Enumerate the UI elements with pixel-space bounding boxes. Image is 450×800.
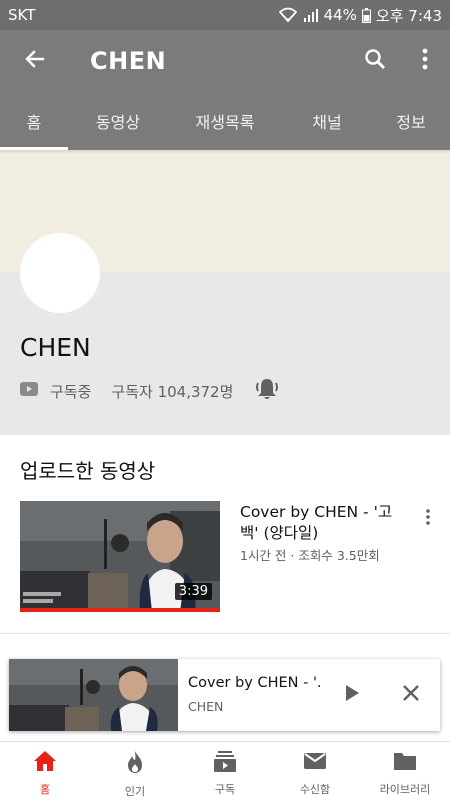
- more-options-button[interactable]: [400, 30, 450, 92]
- nav-item-subscriptions[interactable]: 구독: [180, 742, 270, 800]
- subscribed-button[interactable]: 구독중: [50, 381, 91, 402]
- home-icon: [33, 750, 57, 776]
- wifi-icon: [278, 7, 298, 23]
- nav-label: 라이브러리: [379, 783, 431, 796]
- back-button[interactable]: [0, 30, 70, 92]
- mini-play-button[interactable]: [338, 681, 366, 709]
- tab-home[interactable]: 홈: [0, 92, 68, 150]
- back-arrow-icon: [23, 47, 47, 75]
- divider: [0, 633, 450, 634]
- mini-player[interactable]: Cover by CHEN - '... CHEN: [9, 659, 440, 731]
- carrier-label: SKT: [8, 6, 36, 24]
- tab-videos[interactable]: 동영상: [68, 92, 168, 150]
- clock: 오후 7:43: [375, 6, 442, 25]
- close-icon: [402, 684, 420, 706]
- search-icon: [363, 47, 387, 75]
- video-title[interactable]: Cover by CHEN - '고백' (양다일): [240, 502, 405, 544]
- watch-progress-bar: [20, 608, 220, 612]
- avatar[interactable]: [20, 233, 100, 313]
- more-vert-icon: [426, 509, 430, 529]
- trending-flame-icon: [125, 750, 145, 778]
- tab-label: 재생목록: [195, 113, 255, 132]
- status-indicators: 44% 오후 7:43: [278, 5, 442, 26]
- battery-percent: 44%: [323, 6, 357, 24]
- nav-label: 구독: [214, 783, 236, 796]
- tab-label: 채널: [312, 113, 342, 132]
- nav-item-trending[interactable]: 인기: [90, 742, 180, 800]
- channel-name: CHEN: [20, 333, 91, 362]
- library-folder-icon: [393, 750, 417, 776]
- signal-icon: [303, 8, 319, 22]
- channel-tabs: 홈 동영상 재생목록 채널 정보: [0, 92, 450, 150]
- tab-shadow: [0, 150, 450, 154]
- tab-label: 홈: [26, 113, 42, 132]
- mini-player-image: [9, 659, 178, 731]
- nav-label: 인기: [124, 785, 146, 798]
- subscriptions-icon: [213, 750, 237, 776]
- tab-playlists[interactable]: 재생목록: [168, 92, 282, 150]
- nav-item-library[interactable]: 라이브러리: [360, 742, 450, 800]
- uploads-section-title: 업로드한 동영상: [20, 459, 156, 483]
- video-more-button[interactable]: [418, 506, 438, 532]
- play-icon: [344, 684, 360, 706]
- subscription-row: 구독중 구독자 104,372명: [20, 377, 281, 405]
- battery-icon: [361, 7, 371, 23]
- subscriber-count: 구독자 104,372명: [111, 382, 234, 401]
- nav-label: 홈: [39, 783, 51, 796]
- nav-label: 수신함: [299, 783, 331, 796]
- video-thumbnail[interactable]: 3:39: [20, 501, 220, 612]
- tab-about[interactable]: 정보: [372, 92, 450, 150]
- app-bar: CHEN: [0, 30, 450, 92]
- nav-item-inbox[interactable]: 수신함: [270, 742, 360, 800]
- video-meta: 1시간 전 · 조회수 3.5만회: [240, 548, 380, 563]
- page-title: CHEN: [90, 47, 167, 75]
- bottom-navigation: 홈 인기 구독 수신함 라이브러리: [0, 741, 450, 800]
- mini-player-info[interactable]: Cover by CHEN - '... CHEN: [188, 675, 323, 714]
- mini-close-button[interactable]: [397, 681, 425, 709]
- more-vert-icon: [422, 48, 428, 74]
- notification-bell-icon[interactable]: [253, 375, 281, 407]
- tab-label: 정보: [396, 113, 426, 132]
- tab-channels[interactable]: 채널: [282, 92, 372, 150]
- youtube-play-icon: [20, 382, 38, 400]
- mini-player-thumbnail[interactable]: [9, 659, 178, 731]
- status-bar: SKT 44% 오후 7:43: [0, 0, 450, 30]
- mini-player-channel: CHEN: [188, 699, 224, 714]
- tab-label: 동영상: [95, 113, 141, 132]
- search-button[interactable]: [350, 30, 400, 92]
- nav-item-home[interactable]: 홈: [0, 742, 90, 800]
- mini-player-title: Cover by CHEN - '...: [188, 675, 323, 691]
- video-duration: 3:39: [174, 583, 212, 600]
- inbox-mail-icon: [303, 750, 327, 776]
